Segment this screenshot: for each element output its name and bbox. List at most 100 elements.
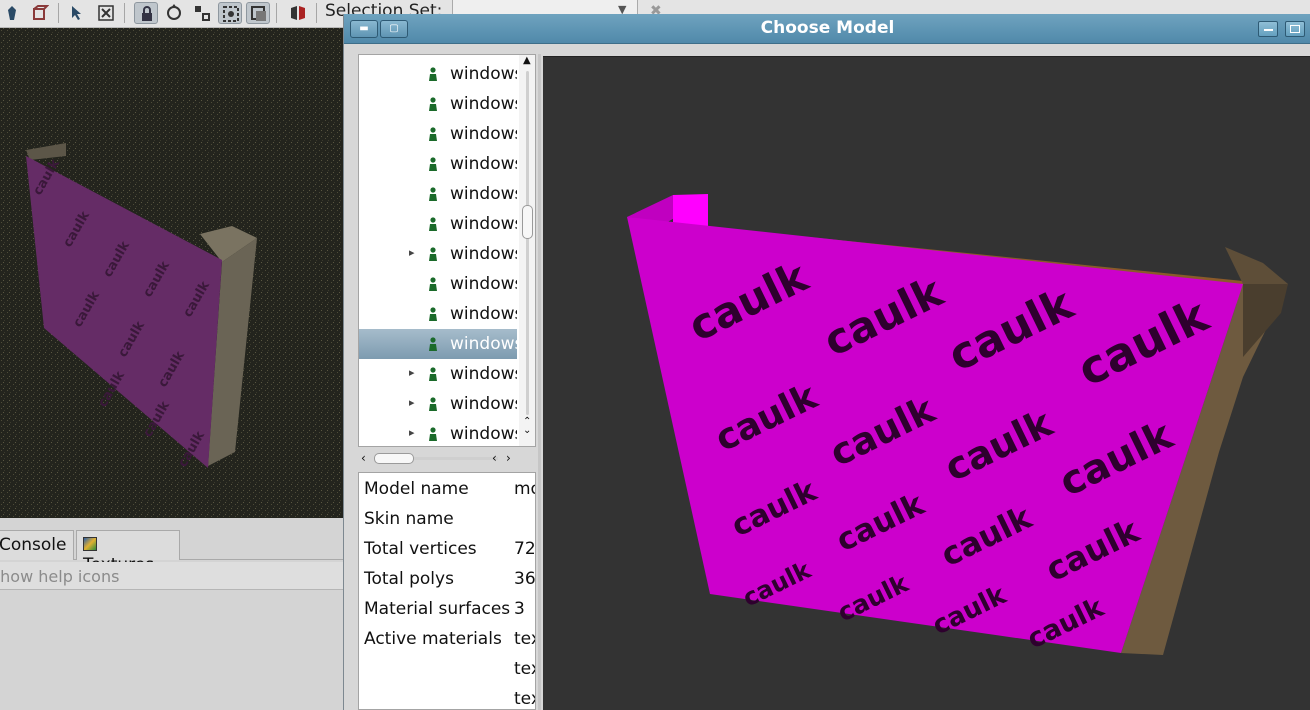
tree-item[interactable]: windows: [359, 59, 517, 89]
textures-icon: [83, 537, 97, 551]
expander-icon[interactable]: ▸: [409, 246, 415, 259]
model-entity-icon: [427, 307, 439, 326]
dialog-titlebar[interactable]: ▬ ▢ Choose Model: [344, 14, 1310, 44]
property-name: Material surfaces: [364, 599, 511, 619]
tree-scroll-thumb[interactable]: [522, 205, 533, 239]
property-value: models: [514, 479, 535, 499]
property-row: Total polys 36: [359, 563, 535, 593]
camera-viewport[interactable]: caulk caulk caulk caulk caulk caulk caul…: [0, 28, 343, 518]
model-entity-icon: [427, 247, 439, 266]
model-entity-icon: [427, 97, 439, 116]
tree-item-label: windows: [450, 214, 517, 234]
tree-item[interactable]: ▸ windows: [359, 239, 517, 269]
model-entity-icon: [427, 217, 439, 236]
model-entity-icon: [427, 397, 439, 416]
property-row: Model name models: [359, 473, 535, 503]
rotate-icon[interactable]: [162, 2, 186, 24]
tree-item-label: windows: [450, 304, 517, 324]
lock-icon[interactable]: [134, 2, 158, 24]
tab-textures[interactable]: Textures: [76, 530, 180, 575]
maximize-button[interactable]: [1285, 21, 1305, 37]
model-entity-icon: [427, 427, 439, 446]
tree-item[interactable]: windows: [359, 329, 517, 359]
pane-divider[interactable]: [538, 54, 541, 710]
property-name: Total polys: [364, 569, 454, 589]
dialog-title: Choose Model: [760, 18, 895, 38]
tree-item-label: windows: [450, 364, 517, 384]
property-name: Skin name: [364, 509, 454, 529]
help-toggle[interactable]: Show help icons: [0, 562, 343, 590]
clipper-icon[interactable]: [246, 2, 270, 24]
tree-item-label: windows: [450, 154, 517, 174]
tab-console[interactable]: Console: [0, 530, 74, 560]
drag-icon[interactable]: [218, 2, 242, 24]
select-icon[interactable]: [66, 2, 90, 24]
expander-icon[interactable]: ▸: [409, 396, 415, 409]
property-name: Total vertices: [364, 539, 477, 559]
model-entity-icon: [427, 127, 439, 146]
model-entity-icon: [427, 187, 439, 206]
tree-horizontal-scrollbar[interactable]: ‹ ‹ ›: [358, 451, 536, 467]
tree-item-label: windows: [450, 124, 517, 144]
model-preview[interactable]: caulk caulk caulk caulk caulk caulk caul…: [543, 56, 1310, 710]
property-row: Skin name: [359, 503, 535, 533]
model-entity-icon: [427, 67, 439, 86]
property-value: 72: [514, 539, 536, 559]
brush-cube-icon[interactable]: [28, 2, 52, 24]
tree-item[interactable]: windows: [359, 89, 517, 119]
tree-hscroll-thumb[interactable]: [374, 453, 414, 464]
panel-tabs: Console Textures: [0, 530, 343, 575]
tree-item[interactable]: windows: [359, 119, 517, 149]
property-row: textures: [359, 653, 535, 683]
tree-item[interactable]: ▸ windows: [359, 359, 517, 389]
tree-item[interactable]: ▸ windows: [359, 389, 517, 419]
property-name: Active materials: [364, 629, 502, 649]
property-value: textures: [514, 629, 535, 649]
tree-item[interactable]: windows: [359, 209, 517, 239]
choose-model-dialog: ▬ ▢ Choose Model windows windows windows wi…: [343, 14, 1310, 710]
tree-item-label: windows: [450, 184, 517, 204]
tree-item[interactable]: windows: [359, 149, 517, 179]
model-entity-icon: [427, 157, 439, 176]
scroll-right-icon[interactable]: ›: [506, 451, 511, 465]
scale-icon[interactable]: [190, 2, 214, 24]
scroll-down-icon[interactable]: ⌃ ⌄: [523, 417, 531, 436]
scroll-left-icon[interactable]: ‹: [492, 451, 497, 465]
tree-item[interactable]: windows: [359, 299, 517, 329]
property-value: 3: [514, 599, 525, 619]
tab-console-label: Console: [0, 535, 67, 555]
tree-item-label: windows: [450, 94, 517, 114]
tree-item[interactable]: windows: [359, 179, 517, 209]
close-box-icon[interactable]: [94, 2, 118, 24]
help-toggle-label: Show help icons: [0, 567, 120, 586]
tree-vertical-scrollbar[interactable]: ▲ ⌃ ⌄: [519, 55, 535, 446]
expander-icon[interactable]: ▸: [409, 426, 415, 439]
property-value: 36: [514, 569, 536, 589]
scroll-up-icon[interactable]: ▲: [523, 55, 531, 66]
property-value: textures: [514, 659, 535, 679]
tree-item[interactable]: ▸ windows: [359, 419, 517, 446]
model-entity-icon: [427, 277, 439, 296]
property-value: textures: [514, 689, 535, 709]
property-row: textures: [359, 683, 535, 709]
flip-icon[interactable]: [286, 2, 310, 24]
model-entity-icon: [427, 367, 439, 386]
property-name: Model name: [364, 479, 469, 499]
model-properties: Model name models Skin name Total vertices 7…: [358, 472, 536, 710]
model-tree[interactable]: windows windows windows windows windows windo…: [358, 54, 536, 447]
tree-item-label: windows: [450, 424, 517, 444]
minimize-button[interactable]: [1258, 21, 1278, 37]
tree-item-label: windows: [450, 274, 517, 294]
expander-icon[interactable]: ▸: [409, 366, 415, 379]
tree-item[interactable]: windows: [359, 269, 517, 299]
property-row: Material surfaces 3: [359, 593, 535, 623]
entity-icon[interactable]: [0, 2, 24, 24]
tree-item-label: windows: [450, 244, 517, 264]
tree-item-label: windows: [450, 64, 517, 84]
property-row: Total vertices 72: [359, 533, 535, 563]
tree-item-label: windows: [450, 334, 517, 354]
model-entity-icon: [427, 337, 439, 356]
property-row: Active materials textures: [359, 623, 535, 653]
viewport-scene: caulk caulk caulk caulk caulk caulk caul…: [0, 28, 343, 518]
scroll-left-icon[interactable]: ‹: [361, 451, 366, 465]
